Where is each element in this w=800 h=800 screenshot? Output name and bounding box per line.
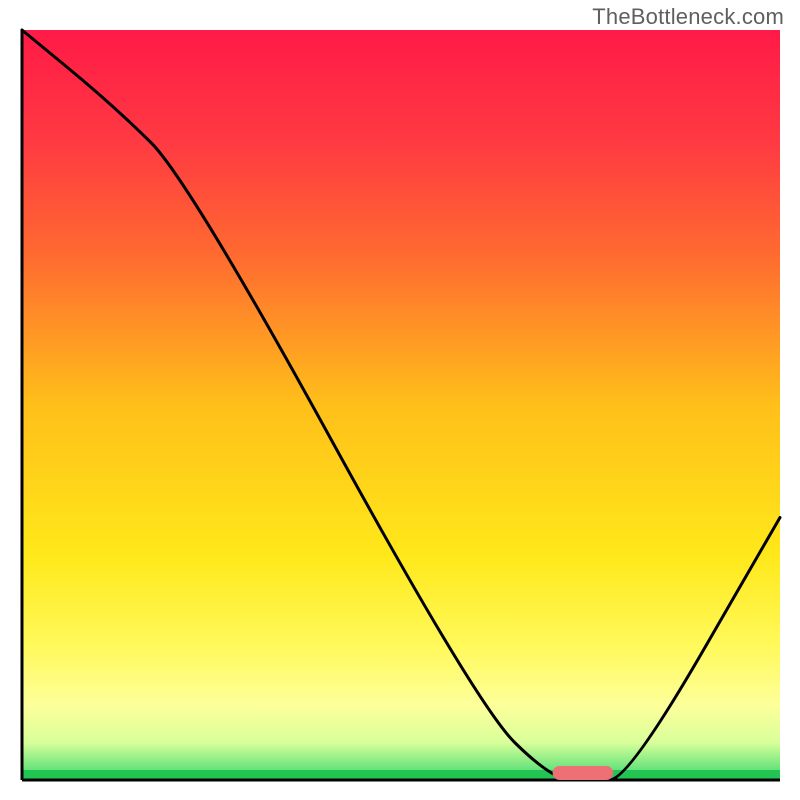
chart-container: TheBottleneck.com [0,0,800,800]
optimal-marker [553,766,614,780]
watermark-label: TheBottleneck.com [592,4,784,30]
plot-background [22,30,780,780]
bottleneck-chart [0,0,800,800]
